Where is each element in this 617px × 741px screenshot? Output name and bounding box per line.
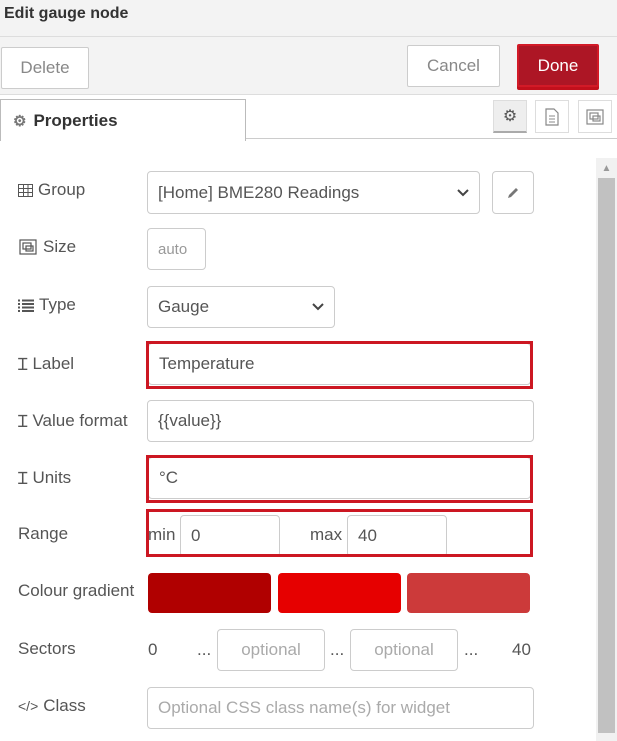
sectors-label: Sectors [18,639,76,658]
tab-bar: ⚙ Properties ⚙ [0,95,617,141]
tab-properties-label: Properties [33,110,118,130]
colour-swatch-low[interactable] [148,573,271,613]
label-label: Ɪ Label [18,353,75,376]
sectors-start: 0 [148,640,158,659]
done-button[interactable]: Done [517,44,599,87]
range-highlight [146,509,533,557]
text-cursor-icon: Ɪ [18,469,28,489]
scrollbar-thumb[interactable] [598,178,615,733]
gear-icon: ⚙ [13,112,27,130]
dialog-header: Edit gauge node [0,0,617,37]
pencil-icon [507,188,518,198]
table-icon [18,183,33,197]
sector-2-input[interactable]: optional [350,629,458,671]
scrollbar[interactable]: ▲ [596,158,617,741]
dialog-title: Edit gauge node [4,5,129,22]
value-format-label: Ɪ Value format [18,410,128,433]
cancel-button[interactable]: Cancel [407,45,500,87]
sector-1-input[interactable]: optional [217,629,325,671]
description-tab-button[interactable] [535,100,569,133]
text-cursor-icon: Ɪ [18,412,28,432]
sectors-separator: ... [330,640,345,659]
properties-form: Group [Home] BME280 Readings Size auto T… [0,140,596,741]
type-select[interactable]: Gauge [147,286,335,328]
sectors-separator: ... [197,640,212,659]
range-label: Range [18,524,69,543]
sectors-separator: ... [464,640,479,659]
document-icon [545,107,559,126]
text-cursor-icon: Ɪ [18,355,28,375]
label-highlight [146,341,533,389]
size-label: Size [18,237,76,257]
colour-swatch-high[interactable] [407,573,530,613]
sectors-end: 40 [512,640,531,659]
code-icon: </> [18,698,39,714]
frame-icon [586,108,604,125]
gear-icon: ⚙ [502,108,518,125]
group-label: Group [18,180,85,200]
dialog-toolbar: Delete Cancel Done [0,37,617,95]
colour-gradient-label: Colour gradient [18,581,135,600]
scroll-up-arrow-icon[interactable]: ▲ [596,158,617,178]
tab-divider [246,138,617,139]
appearance-tab-button[interactable] [578,100,612,133]
units-label: Ɪ Units [18,467,72,490]
chevron-down-icon [312,303,324,311]
class-label: </> Class [18,696,86,715]
colour-swatch-mid[interactable] [278,573,401,613]
type-label: Type [18,295,76,315]
chevron-down-icon [457,188,469,196]
group-select[interactable]: [Home] BME280 Readings [147,171,480,214]
list-icon [18,299,34,312]
settings-tab-button[interactable]: ⚙ [493,100,527,133]
units-highlight [146,455,533,503]
edit-group-button[interactable] [492,171,534,214]
frame-icon [19,239,37,255]
delete-button[interactable]: Delete [1,47,89,89]
size-button[interactable]: auto [147,228,206,270]
tab-properties[interactable]: ⚙ Properties [0,99,246,141]
value-format-input[interactable]: {{value}} [147,400,534,442]
class-input[interactable]: Optional CSS class name(s) for widget [147,687,534,729]
